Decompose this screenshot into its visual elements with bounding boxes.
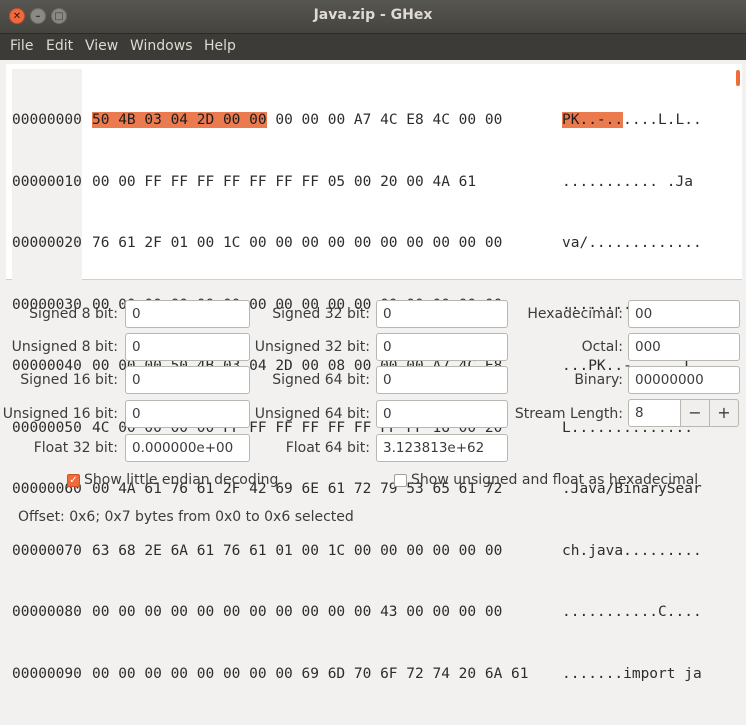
float-64-label: Float 64 bit: [285, 440, 370, 456]
binary-field[interactable]: 00000000 [628, 366, 740, 394]
hexadecimal-label: Hexadecimal: [527, 306, 623, 322]
ascii-row[interactable]: va/............. [562, 233, 702, 254]
unsigned-64-label: Unsigned 64 bit: [254, 406, 370, 422]
binary-label: Binary: [574, 372, 623, 388]
float-64-field[interactable]: 3.123813e+62 [376, 434, 508, 462]
unsigned-32-label: Unsigned 32 bit: [254, 339, 370, 355]
hex-row[interactable]: 00 00 FF FF FF FF FF FF FF 05 00 20 00 4… [92, 172, 529, 193]
increment-button[interactable]: + [709, 399, 739, 427]
ascii-text[interactable]: va/............. [562, 235, 702, 251]
offset-column: 00000000 00000010 00000020 00000030 0000… [12, 69, 82, 725]
status-bar: Offset: 0x6; 0x7 bytes from 0x0 to 0x6 s… [18, 509, 354, 525]
ascii-row[interactable]: ...........C.... [562, 602, 702, 623]
unsigned-32-field[interactable]: 0 [376, 333, 508, 361]
offset-cell: 00000000 [12, 112, 82, 128]
ascii-text[interactable]: ........... .Ja [562, 174, 693, 190]
signed-16-label: Signed 16 bit: [20, 372, 118, 388]
ascii-row[interactable]: ch.java......... [562, 541, 702, 562]
stream-length-label: Stream Length: [514, 406, 623, 422]
unsigned-hex-label[interactable]: Show unsigned and float as hexadecimal [411, 472, 698, 488]
stream-length-input[interactable]: 8 [628, 399, 682, 427]
ascii-row[interactable]: ........... .Ja [562, 172, 702, 193]
hex-row[interactable]: 00 00 00 00 00 00 00 00 00 00 00 43 00 0… [92, 602, 529, 623]
ascii-text[interactable]: ....L.L.. [623, 112, 702, 128]
menu-bar: File Edit View Windows Help [0, 33, 746, 60]
unsigned-8-field[interactable]: 0 [125, 333, 250, 361]
offset-cell: 00000010 [12, 173, 82, 190]
ascii-row[interactable]: .......import ja [562, 664, 702, 685]
ascii-row[interactable]: PK..-......L.L.. [562, 110, 702, 131]
ascii-text[interactable]: .......import ja [562, 666, 702, 682]
octal-field[interactable]: 000 [628, 333, 740, 361]
decrement-button[interactable]: − [680, 399, 710, 427]
signed-8-field[interactable]: 0 [125, 300, 250, 328]
hex-bytes[interactable]: 00 00 00 00 00 00 00 00 69 6D 70 6F 72 7… [92, 666, 529, 682]
hex-column[interactable]: 50 4B 03 04 2D 00 00 00 00 00 A7 4C E8 4… [92, 69, 529, 725]
unsigned-8-label: Unsigned 8 bit: [11, 339, 118, 355]
hex-bytes[interactable]: 00 00 00 A7 4C E8 4C 00 00 [267, 112, 502, 128]
hex-bytes[interactable]: 76 61 2F 01 00 1C 00 00 00 00 00 00 00 0… [92, 235, 502, 251]
hex-row[interactable]: 00 00 00 00 00 00 00 00 69 6D 70 6F 72 7… [92, 664, 529, 685]
scrollbar-thumb[interactable] [736, 70, 740, 86]
hex-row[interactable]: 63 68 2E 6A 61 76 61 01 00 1C 00 00 00 0… [92, 541, 529, 562]
offset-cell: 00000020 [12, 235, 82, 251]
ascii-column[interactable]: PK..-......L.L.. ........... .Ja va/....… [562, 69, 702, 725]
menu-windows[interactable]: Windows [130, 38, 193, 54]
signed-32-label: Signed 32 bit: [272, 306, 370, 322]
ascii-text[interactable]: ...........C.... [562, 604, 702, 620]
hex-bytes[interactable]: 63 68 2E 6A 61 76 61 01 00 1C 00 00 00 0… [92, 543, 502, 559]
menu-edit[interactable]: Edit [46, 38, 73, 54]
signed-16-field[interactable]: 0 [125, 366, 250, 394]
menu-view[interactable]: View [85, 38, 118, 54]
offset-cell: 00000070 [12, 542, 82, 559]
signed-8-label: Signed 8 bit: [29, 306, 118, 322]
unsigned-16-label: Unsigned 16 bit: [2, 406, 118, 422]
unsigned-hex-checkbox[interactable] [394, 474, 407, 487]
ascii-text[interactable]: ch.java......... [562, 543, 702, 559]
little-endian-label[interactable]: Show little endian decoding [84, 472, 278, 488]
hex-row[interactable]: 50 4B 03 04 2D 00 00 00 00 00 A7 4C E8 4… [92, 110, 529, 131]
hex-bytes[interactable]: 00 00 00 00 00 00 00 00 00 00 00 43 00 0… [92, 604, 502, 620]
float-32-field[interactable]: 0.000000e+00 [125, 434, 250, 462]
ascii-selection[interactable]: PK..-.. [562, 112, 624, 128]
hex-row[interactable]: 76 61 2F 01 00 1C 00 00 00 00 00 00 00 0… [92, 233, 529, 254]
hex-selection[interactable]: 50 4B 03 04 2D 00 00 [92, 112, 267, 128]
unsigned-16-field[interactable]: 0 [125, 400, 250, 428]
hexadecimal-field[interactable]: 00 [628, 300, 740, 328]
signed-64-label: Signed 64 bit: [272, 372, 370, 388]
float-32-label: Float 32 bit: [33, 440, 118, 456]
signed-64-field[interactable]: 0 [376, 366, 508, 394]
unsigned-64-field[interactable]: 0 [376, 400, 508, 428]
hex-editor-area[interactable]: 00000000 00000010 00000020 00000030 0000… [6, 64, 742, 725]
octal-label: Octal: [581, 339, 623, 355]
window-title: Java.zip - GHex [313, 7, 433, 23]
menu-file[interactable]: File [10, 38, 33, 54]
offset-cell: 00000080 [12, 604, 82, 620]
title-bar: ✕ – □ Java.zip - GHex [0, 0, 746, 33]
offset-cell: 00000090 [12, 665, 82, 682]
little-endian-checkbox[interactable]: ✓ [67, 474, 80, 487]
menu-help[interactable]: Help [204, 38, 236, 54]
hex-bytes[interactable]: 00 00 FF FF FF FF FF FF FF 05 00 20 00 4… [92, 174, 476, 190]
signed-32-field[interactable]: 0 [376, 300, 508, 328]
